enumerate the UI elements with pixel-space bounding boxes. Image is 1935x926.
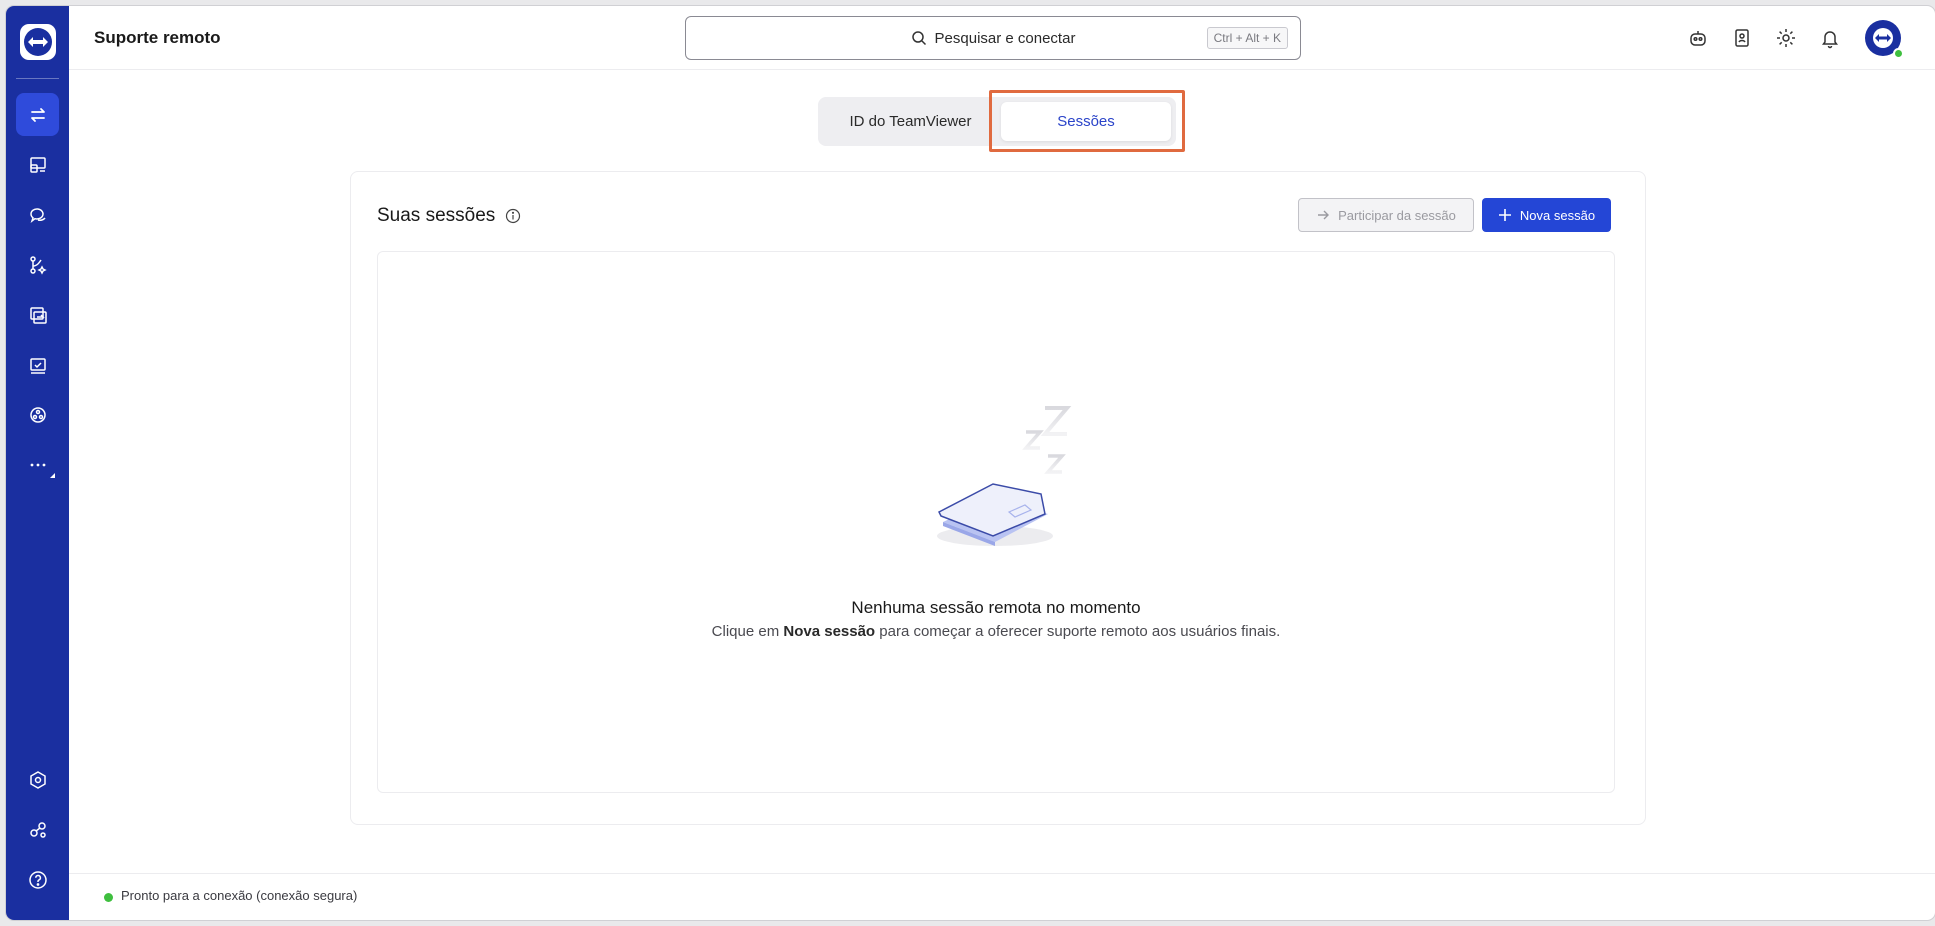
search-placeholder: Pesquisar e conectar <box>934 29 1076 47</box>
search-shortcut-hint: Ctrl + Alt + K <box>1206 27 1288 49</box>
empty-sub-suffix: para começar a oferecer suporte remoto a… <box>875 623 1281 640</box>
search-input[interactable]: Pesquisar e conectar Ctrl + Alt + K <box>685 16 1301 60</box>
info-icon[interactable] <box>505 208 521 224</box>
help-icon <box>28 870 47 889</box>
teamviewer-logo[interactable] <box>20 24 56 60</box>
settings-button[interactable] <box>1774 26 1798 50</box>
tab-teamviewer-id[interactable]: ID do TeamViewer <box>823 102 998 141</box>
tasks-icon <box>29 357 46 374</box>
status-bar: Pronto para a conexão (conexão segura) <box>69 873 1935 920</box>
settings-gear-icon <box>1777 29 1795 47</box>
devices-icon <box>29 156 46 173</box>
sidebar-item-help[interactable] <box>16 858 59 901</box>
new-session-label: Nova sessão <box>1519 207 1596 223</box>
sidebar-item-network[interactable] <box>16 393 59 436</box>
join-session-label: Participar da sessão <box>1338 207 1456 223</box>
tab-sessions[interactable]: Sessões <box>1001 102 1171 141</box>
empty-sub-bold: Nova sessão <box>783 623 876 640</box>
transfer-icon <box>29 306 47 324</box>
teamviewer-avatar-icon <box>1873 28 1893 48</box>
sidebar-divider <box>16 78 59 79</box>
sessions-heading: Suas sessões <box>377 205 521 227</box>
view-tabs: ID do TeamViewer Sessões <box>818 97 1176 146</box>
empty-state-title: Nenhuma sessão remota no momento <box>851 598 1141 617</box>
sidebar-item-admin-settings[interactable] <box>16 758 59 801</box>
notifications-bell-icon <box>1822 31 1838 49</box>
sleeping-laptop-illustration <box>937 406 1072 546</box>
connection-status-text: Pronto para a conexão (conexão segura) <box>121 888 358 903</box>
empty-state-subtitle: Clique em Nova sessão para começar a ofe… <box>378 623 1614 640</box>
avatar[interactable] <box>1865 20 1904 59</box>
sidebar-item-chat[interactable] <box>16 193 59 236</box>
screen-frame: Suporte remoto Pesquisar e conectar Ctrl… <box>0 0 1935 926</box>
sidebar-item-tasks[interactable] <box>16 343 59 386</box>
sessions-title: Suas sessões <box>377 205 496 226</box>
sidebar-item-remote-support[interactable] <box>16 93 59 136</box>
assistant-button[interactable] <box>1686 26 1710 50</box>
integrations-icon <box>29 821 46 838</box>
empty-sub-prefix: Clique em <box>711 623 784 640</box>
remote-connect-icon <box>30 107 45 122</box>
new-session-button[interactable]: Nova sessão <box>1482 198 1611 232</box>
sidebar-item-devices[interactable] <box>16 143 59 186</box>
notifications-button[interactable] <box>1818 26 1842 50</box>
more-icon <box>30 463 45 466</box>
sidebar-item-more[interactable] <box>16 443 59 486</box>
plus-icon <box>1498 209 1511 221</box>
online-status-indicator <box>1893 48 1904 59</box>
expand-triangle-icon <box>50 473 55 478</box>
contacts-icon <box>1735 29 1749 47</box>
join-session-button[interactable]: Participar da sessão <box>1298 198 1474 232</box>
flows-icon <box>29 255 47 275</box>
teamviewer-logo-icon <box>24 28 52 56</box>
sidebar-item-flows[interactable] <box>16 243 59 286</box>
admin-settings-icon <box>29 770 46 789</box>
sidebar-item-transfer[interactable] <box>16 293 59 336</box>
chat-icon <box>29 207 46 223</box>
sessions-empty-state: Nenhuma sessão remota no momento Clique … <box>377 251 1615 793</box>
network-icon <box>29 406 46 423</box>
contacts-button[interactable] <box>1730 26 1754 50</box>
search-icon <box>911 31 926 46</box>
page-title: Suporte remoto <box>94 28 221 47</box>
sessions-card: Suas sessões Participar da sessão Nova s… <box>350 171 1646 825</box>
connection-status-indicator <box>104 893 113 902</box>
arrow-right-icon <box>1318 210 1330 220</box>
sidebar <box>6 6 69 920</box>
top-header: Suporte remoto Pesquisar e conectar Ctrl… <box>69 6 1935 70</box>
app-window: Suporte remoto Pesquisar e conectar Ctrl… <box>6 6 1935 920</box>
assistant-robot-icon <box>1690 31 1706 46</box>
sidebar-item-integrations[interactable] <box>16 808 59 851</box>
